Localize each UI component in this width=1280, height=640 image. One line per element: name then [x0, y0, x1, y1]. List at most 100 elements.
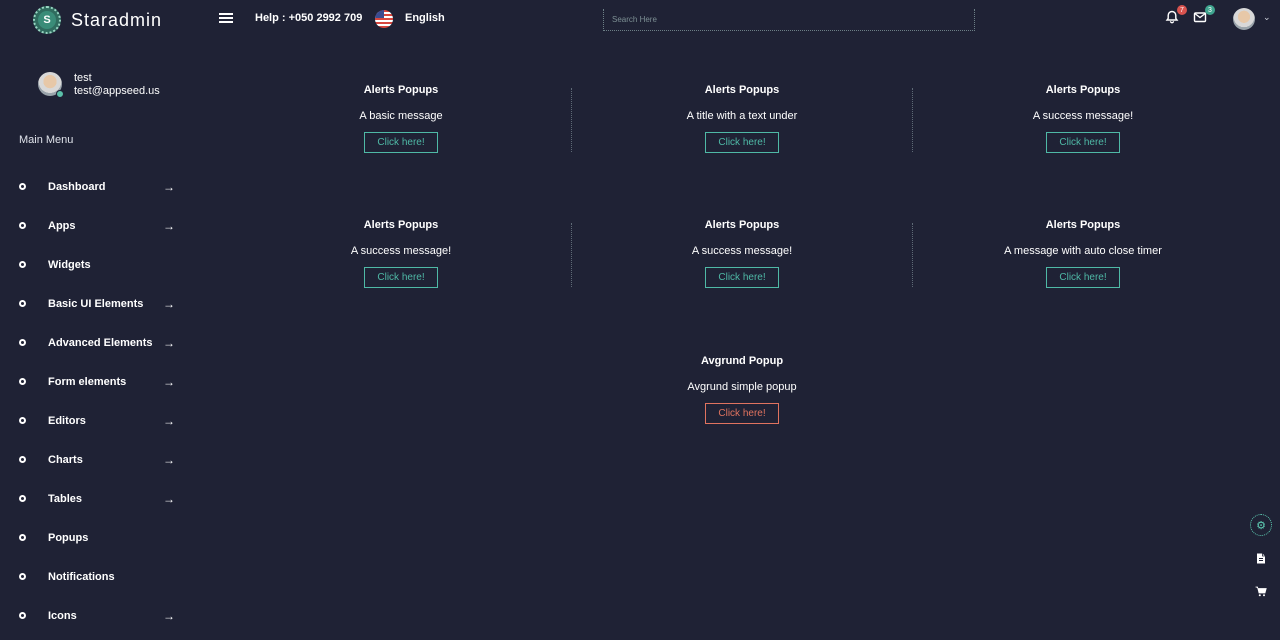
card-title: Alerts Popups [1045, 84, 1121, 96]
notifications-bell[interactable]: 7 [1165, 5, 1187, 26]
bullet-icon [19, 417, 26, 424]
sidebar-item-label: Advanced Elements [48, 336, 153, 349]
click-here-button[interactable]: Click here! [705, 403, 779, 424]
card-text: A title with a text under [686, 110, 798, 122]
sidebar-item-label: Basic UI Elements [48, 297, 144, 310]
shopping-cart-icon [1255, 586, 1267, 596]
settings-gear-icon[interactable]: ⚙ [1250, 514, 1272, 536]
sidebar-item-dashboard[interactable]: Dashboard → [0, 167, 190, 206]
sidebar-item-label: Editors [48, 414, 86, 427]
sidebar-profile[interactable]: test test@appseed.us [38, 72, 160, 98]
arrow-right-icon: → [163, 335, 175, 350]
sidebar-menu: Dashboard → Apps → Widgets Basic UI Elemen… [0, 167, 190, 635]
sidebar-item-label: Apps [48, 219, 76, 232]
card-text: A success message! [691, 245, 793, 257]
arrow-right-icon: → [163, 491, 175, 506]
card-title: Alerts Popups [704, 84, 780, 96]
click-here-button[interactable]: Click here! [1046, 267, 1120, 288]
top-navbar: S Staradmin Help : +050 2992 709 English… [0, 0, 1280, 38]
popup-card: Alerts Popups A title with a text under … [572, 84, 912, 153]
sidebar-item-tables[interactable]: Tables → [0, 479, 190, 518]
sidebar-item-label: Icons [48, 609, 77, 622]
card-text: A basic message [359, 110, 443, 122]
popup-card: Alerts Popups A success message! Click h… [231, 219, 571, 288]
card-title: Alerts Popups [704, 219, 780, 231]
card-title: Alerts Popups [1045, 219, 1121, 231]
profile-avatar [38, 72, 64, 98]
card-text: A success message! [350, 245, 452, 257]
menu-toggle-icon[interactable] [219, 13, 233, 25]
bullet-icon [19, 378, 26, 385]
click-here-button[interactable]: Click here! [705, 267, 779, 288]
brand-logo-letter: S [38, 11, 56, 29]
sidebar-item-label: Notifications [48, 570, 115, 583]
notifications-badge: 7 [1177, 5, 1187, 15]
click-here-button[interactable]: Click here! [364, 267, 438, 288]
sidebar-item-widgets[interactable]: Widgets [0, 245, 190, 284]
arrow-right-icon: → [163, 413, 175, 428]
user-avatar[interactable] [1233, 8, 1255, 30]
bullet-icon [19, 183, 26, 190]
card-text: A message with auto close timer [1004, 245, 1162, 257]
card-title: Avgrund Popup [700, 355, 784, 367]
bullet-icon [19, 534, 26, 541]
sidebar-item-label: Form elements [48, 375, 127, 388]
bullet-icon [19, 573, 26, 580]
popup-card: Alerts Popups A success message! Click h… [572, 219, 912, 288]
popup-card: Alerts Popups A message with auto close … [913, 219, 1253, 288]
cart-icon[interactable] [1250, 580, 1272, 602]
arrow-right-icon: → [163, 452, 175, 467]
arrow-right-icon: → [163, 608, 175, 623]
document-icon[interactable] [1250, 547, 1272, 569]
chevron-down-icon[interactable]: ⌄ [1263, 12, 1271, 23]
sidebar-item-editors[interactable]: Editors → [0, 401, 190, 440]
sidebar-item-label: Charts [48, 453, 83, 466]
bullet-icon [19, 300, 26, 307]
sidebar-item-charts[interactable]: Charts → [0, 440, 190, 479]
sidebar-item-popups[interactable]: Popups [0, 518, 190, 557]
brand[interactable]: S Staradmin [33, 6, 162, 34]
click-here-button[interactable]: Click here! [1046, 132, 1120, 153]
sidebar-item-label: Tables [48, 492, 83, 505]
search-input[interactable] [603, 9, 975, 31]
avgrund-popup-card: Avgrund Popup Avgrund simple popup Click… [572, 355, 912, 424]
sidebar-item-icons[interactable]: Icons → [0, 596, 190, 635]
arrow-right-icon: → [163, 179, 175, 194]
bullet-icon [19, 456, 26, 463]
messages-badge: 3 [1205, 5, 1215, 15]
sidebar-item-apps[interactable]: Apps → [0, 206, 190, 245]
bullet-icon [19, 261, 26, 268]
brand-logo-icon: S [33, 6, 61, 34]
arrow-right-icon: → [163, 374, 175, 389]
bullet-icon [19, 222, 26, 229]
bullet-icon [19, 612, 26, 619]
language-selector[interactable]: English [405, 12, 445, 24]
messages-button[interactable]: 3 [1193, 5, 1215, 26]
card-text: A success message! [1032, 110, 1134, 122]
sidebar-item-label: Popups [48, 531, 89, 544]
card-title: Alerts Popups [363, 84, 439, 96]
sidebar-item-label: Widgets [48, 258, 91, 271]
click-here-button[interactable]: Click here! [364, 132, 438, 153]
profile-name: test [74, 72, 92, 84]
sidebar-item-form-elements[interactable]: Form elements → [0, 362, 190, 401]
popup-card: Alerts Popups A basic message Click here… [231, 84, 571, 153]
card-text: Avgrund simple popup [687, 381, 797, 393]
file-icon [1257, 553, 1265, 563]
help-phone: Help : +050 2992 709 [255, 12, 363, 24]
sidebar-item-basic-ui-elements[interactable]: Basic UI Elements → [0, 284, 190, 323]
sidebar-item-label: Dashboard [48, 180, 106, 193]
sidebar-item-notifications[interactable]: Notifications [0, 557, 190, 596]
bullet-icon [19, 339, 26, 346]
us-flag-icon[interactable] [375, 10, 393, 28]
arrow-right-icon: → [163, 296, 175, 311]
popup-card: Alerts Popups A success message! Click h… [913, 84, 1253, 153]
arrow-right-icon: → [163, 218, 175, 233]
sidebar-item-advanced-elements[interactable]: Advanced Elements → [0, 323, 190, 362]
bullet-icon [19, 495, 26, 502]
online-status-dot [56, 90, 64, 98]
card-title: Alerts Popups [363, 219, 439, 231]
main-menu-title: Main Menu [19, 134, 74, 146]
sidebar: test test@appseed.us Main Menu Dashboard… [0, 38, 190, 640]
click-here-button[interactable]: Click here! [705, 132, 779, 153]
